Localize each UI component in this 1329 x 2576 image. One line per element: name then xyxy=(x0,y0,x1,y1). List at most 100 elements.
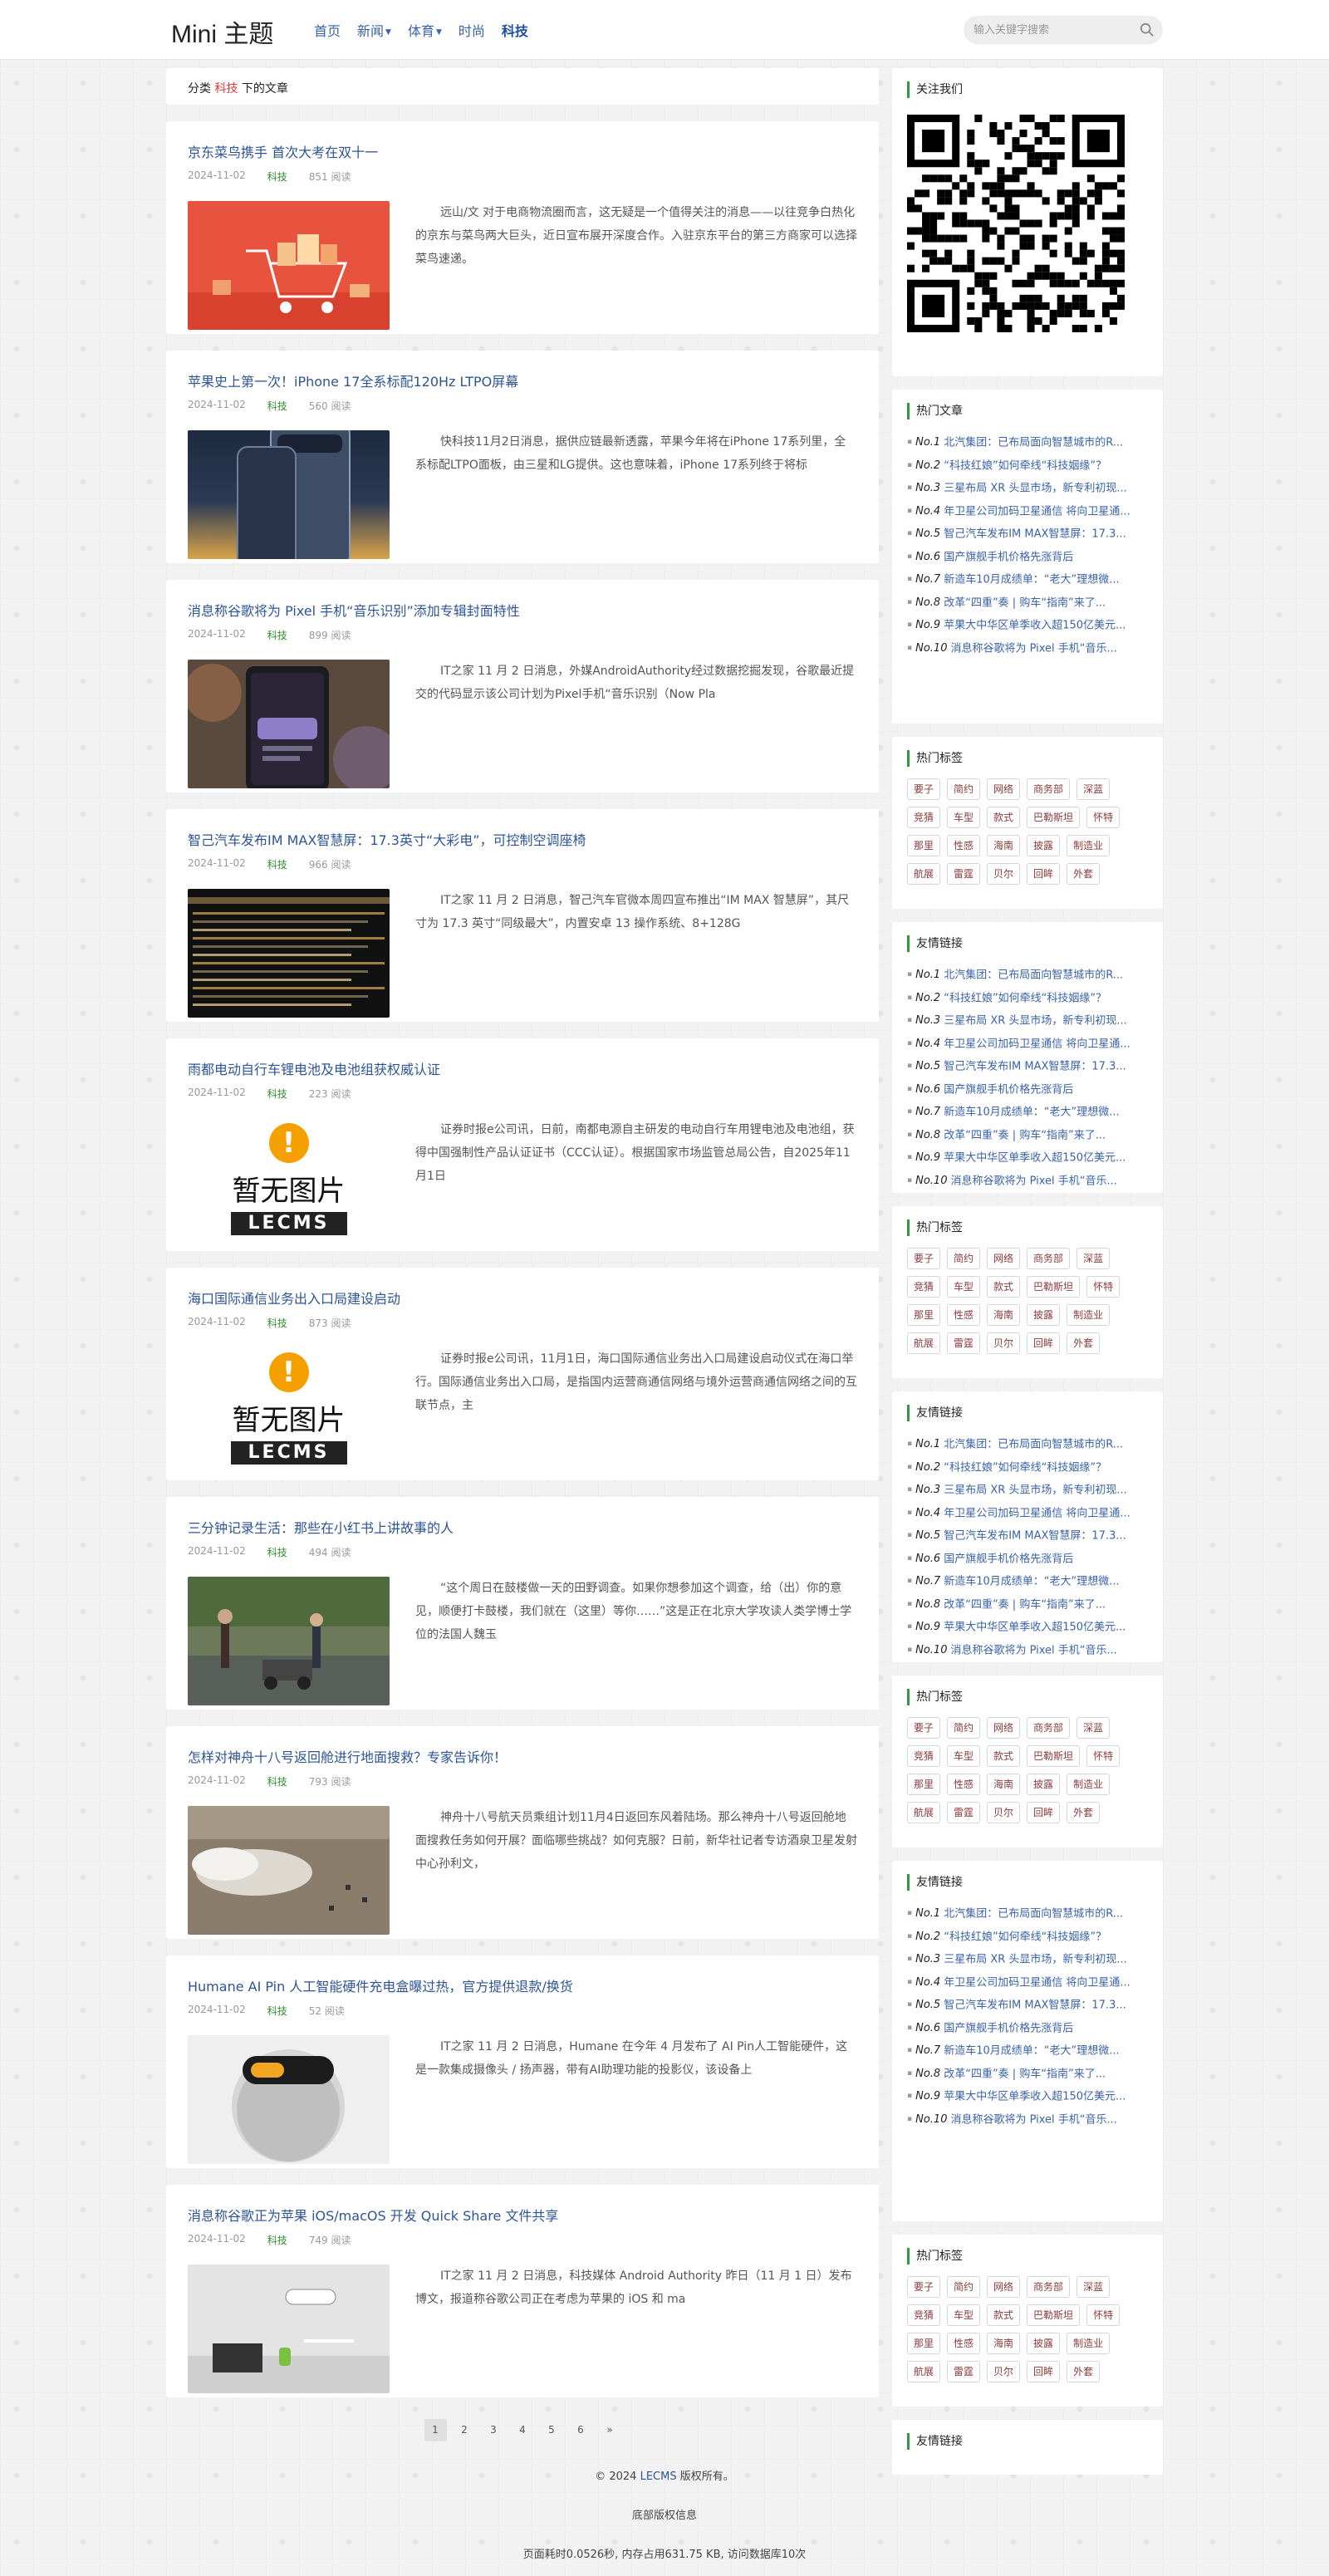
hot-article-item[interactable]: No.9苹果大中华区单季收入超150亿美元... xyxy=(907,1616,1148,1639)
tag-item[interactable]: 雷霆 xyxy=(947,1802,981,1823)
tag-item[interactable]: 航展 xyxy=(907,1332,941,1354)
post-category[interactable]: 科技 xyxy=(267,399,287,413)
tag-item[interactable]: 外套 xyxy=(1067,2361,1101,2382)
tag-item[interactable]: 简约 xyxy=(947,1717,981,1739)
page-number[interactable]: 6 xyxy=(570,2419,592,2441)
post-category[interactable]: 科技 xyxy=(267,628,287,642)
tag-item[interactable]: 贝尔 xyxy=(987,1802,1021,1823)
post-category[interactable]: 科技 xyxy=(267,1545,287,1559)
hot-article-item[interactable]: No.6国产旗舰手机价格先涨背后 xyxy=(907,2017,1148,2040)
post-title[interactable]: Humane AI Pin 人工智能硬件充电盒曝过热，官方提供退款/换货 xyxy=(188,1975,857,1995)
tag-item[interactable]: 网络 xyxy=(987,1248,1021,1269)
hot-article-item[interactable]: No.10消息称谷歌将为 Pixel 手机“音乐... xyxy=(907,1639,1148,1662)
tag-item[interactable]: 要子 xyxy=(907,1248,941,1269)
hot-article-item[interactable]: No.7新造车10月成绩单：“老大”理想微... xyxy=(907,2039,1148,2063)
tag-item[interactable]: 制造业 xyxy=(1067,1774,1111,1795)
tag-item[interactable]: 制造业 xyxy=(1067,1304,1111,1326)
hot-article-item[interactable]: No.7新造车10月成绩单：“老大”理想微... xyxy=(907,1570,1148,1593)
hot-article-item[interactable]: No.6国产旗舰手机价格先涨背后 xyxy=(907,546,1148,569)
nav-fashion[interactable]: 时尚 xyxy=(459,20,485,40)
tag-item[interactable]: 外套 xyxy=(1067,863,1101,885)
post-thumbnail[interactable] xyxy=(188,660,390,788)
tag-item[interactable]: 外套 xyxy=(1067,1802,1101,1823)
tag-item[interactable]: 外套 xyxy=(1067,1332,1101,1354)
nav-home[interactable]: 首页 xyxy=(314,20,341,40)
next-page-button[interactable]: » xyxy=(599,2419,621,2441)
tag-item[interactable]: 披露 xyxy=(1027,1774,1061,1795)
tag-item[interactable]: 贝尔 xyxy=(987,1332,1021,1354)
tag-item[interactable]: 深蓝 xyxy=(1076,1717,1111,1739)
tag-item[interactable]: 款式 xyxy=(987,1276,1021,1298)
tag-item[interactable]: 深蓝 xyxy=(1076,1248,1111,1269)
post-category[interactable]: 科技 xyxy=(267,2004,287,2018)
tag-item[interactable]: 回眸 xyxy=(1027,1802,1061,1823)
hot-article-item[interactable]: No.9苹果大中华区单季收入超150亿美元... xyxy=(907,2085,1148,2108)
tag-item[interactable]: 航展 xyxy=(907,1802,941,1823)
post-title[interactable]: 怎样对神舟十八号返回舱进行地面搜救？专家告诉你！ xyxy=(188,1746,857,1766)
tag-item[interactable]: 回眸 xyxy=(1027,863,1061,885)
tag-item[interactable]: 简约 xyxy=(947,1248,981,1269)
post-category[interactable]: 科技 xyxy=(267,169,287,184)
post-title[interactable]: 消息称谷歌将为 Pixel 手机“音乐识别”添加专辑封面特性 xyxy=(188,600,857,620)
hot-article-item[interactable]: No.7新造车10月成绩单：“老大”理想微... xyxy=(907,1101,1148,1124)
site-logo[interactable]: Mini 主题 xyxy=(171,13,273,50)
hot-article-item[interactable]: No.1北汽集团：已布局面向智慧城市的R... xyxy=(907,1433,1148,1456)
tag-item[interactable]: 深蓝 xyxy=(1076,778,1111,800)
tag-item[interactable]: 性感 xyxy=(947,835,981,856)
post-thumbnail[interactable] xyxy=(188,1577,390,1705)
hot-article-item[interactable]: No.6国产旗舰手机价格先涨背后 xyxy=(907,1548,1148,1571)
tag-item[interactable]: 巴勒斯坦 xyxy=(1027,1276,1081,1298)
post-category[interactable]: 科技 xyxy=(267,2233,287,2247)
tag-item[interactable]: 车型 xyxy=(947,2304,981,2326)
tag-item[interactable]: 那里 xyxy=(907,1304,941,1326)
post-thumbnail[interactable] xyxy=(188,201,390,330)
tag-item[interactable]: 车型 xyxy=(947,807,981,828)
page-number[interactable]: 2 xyxy=(454,2419,476,2441)
tag-item[interactable]: 巴勒斯坦 xyxy=(1027,1745,1081,1767)
tag-item[interactable]: 网络 xyxy=(987,1717,1021,1739)
hot-article-item[interactable]: No.2“科技红娘”如何牵线“科技姻缘”？ xyxy=(907,1926,1148,1949)
post-title[interactable]: 消息称谷歌正为苹果 iOS/macOS 开发 Quick Share 文件共享 xyxy=(188,2205,857,2225)
post-title[interactable]: 京东菜鸟携手 首次大考在双十一 xyxy=(188,141,857,161)
tag-item[interactable]: 简约 xyxy=(947,778,981,800)
post-category[interactable]: 科技 xyxy=(267,1087,287,1101)
tag-item[interactable]: 航展 xyxy=(907,2361,941,2382)
hot-article-item[interactable]: No.7新造车10月成绩单：“老大”理想微... xyxy=(907,568,1148,591)
post-title[interactable]: 海口国际通信业务出入口局建设启动 xyxy=(188,1288,857,1308)
hot-article-item[interactable]: No.8改革“四重”奏 | 购车“指南”来了... xyxy=(907,2063,1148,2086)
hot-article-item[interactable]: No.5智己汽车发布IM MAX智慧屏：17.3... xyxy=(907,1994,1148,2017)
tag-item[interactable]: 海南 xyxy=(987,2333,1021,2354)
hot-article-item[interactable]: No.10消息称谷歌将为 Pixel 手机“音乐... xyxy=(907,1170,1148,1193)
hot-article-item[interactable]: No.2“科技红娘”如何牵线“科技姻缘”？ xyxy=(907,1456,1148,1479)
tag-item[interactable]: 性感 xyxy=(947,1304,981,1326)
tag-item[interactable]: 海南 xyxy=(987,1304,1021,1326)
hot-article-item[interactable]: No.3三星布局 XR 头显市场，新专利初现... xyxy=(907,477,1148,500)
hot-article-item[interactable]: No.9苹果大中华区单季收入超150亿美元... xyxy=(907,1146,1148,1170)
hot-article-item[interactable]: No.1北汽集团：已布局面向智慧城市的R... xyxy=(907,964,1148,987)
post-category[interactable]: 科技 xyxy=(267,1316,287,1330)
post-thumbnail[interactable] xyxy=(188,1806,390,1935)
tag-item[interactable]: 贝尔 xyxy=(987,2361,1021,2382)
tag-item[interactable]: 怀特 xyxy=(1086,1276,1121,1298)
tag-item[interactable]: 那里 xyxy=(907,2333,941,2354)
post-thumbnail[interactable] xyxy=(188,430,390,559)
hot-article-item[interactable]: No.2“科技红娘”如何牵线“科技姻缘”？ xyxy=(907,987,1148,1010)
post-title[interactable]: 三分钟记录生活：那些在小红书上讲故事的人 xyxy=(188,1517,857,1537)
tag-item[interactable]: 款式 xyxy=(987,807,1021,828)
tag-item[interactable]: 网络 xyxy=(987,2276,1021,2298)
tag-item[interactable]: 披露 xyxy=(1027,835,1061,856)
tag-item[interactable]: 要子 xyxy=(907,778,941,800)
tag-item[interactable]: 竞猜 xyxy=(907,1745,941,1767)
tag-item[interactable]: 深蓝 xyxy=(1076,2276,1111,2298)
hot-article-item[interactable]: No.2“科技红娘”如何牵线“科技姻缘”？ xyxy=(907,454,1148,478)
post-thumbnail[interactable] xyxy=(188,2035,390,2164)
no-image-placeholder[interactable]: ! 暂无图片 LECMS xyxy=(188,1347,390,1476)
tag-item[interactable]: 车型 xyxy=(947,1745,981,1767)
hot-article-item[interactable]: No.6国产旗舰手机价格先涨背后 xyxy=(907,1078,1148,1102)
page-number[interactable]: 3 xyxy=(483,2419,505,2441)
tag-item[interactable]: 那里 xyxy=(907,835,941,856)
hot-article-item[interactable]: No.5智己汽车发布IM MAX智慧屏：17.3... xyxy=(907,1055,1148,1078)
post-thumbnail[interactable] xyxy=(188,889,390,1018)
hot-article-item[interactable]: No.8改革“四重”奏 | 购车“指南”来了... xyxy=(907,1593,1148,1617)
post-title[interactable]: 雨都电动自行车锂电池及电池组获权威认证 xyxy=(188,1058,857,1078)
